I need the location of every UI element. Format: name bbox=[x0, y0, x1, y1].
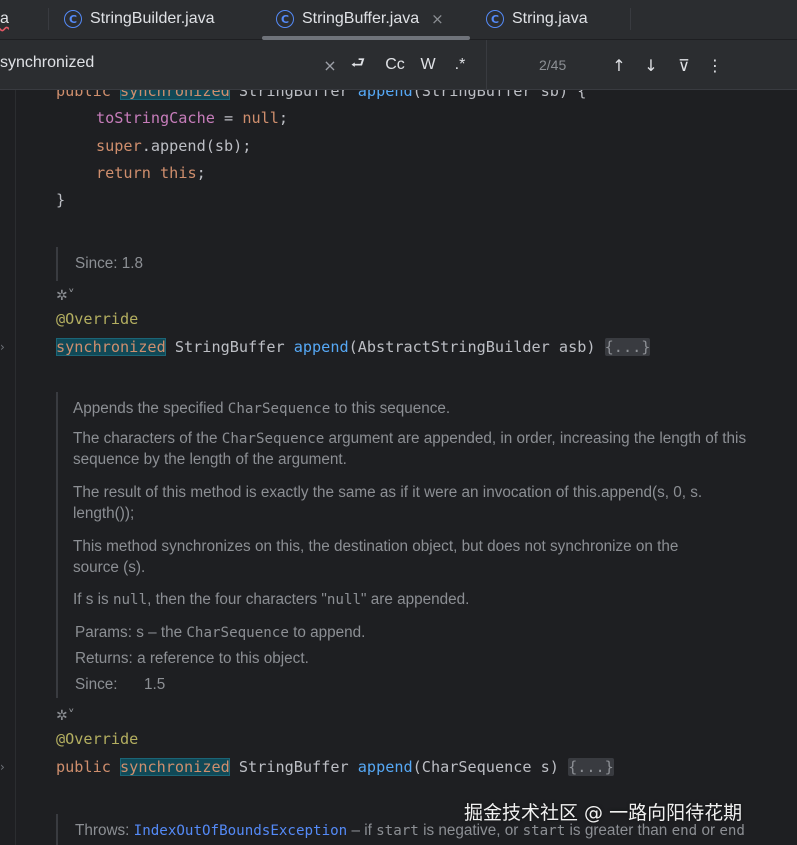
arrow-up-icon[interactable]: ↑ bbox=[608, 52, 630, 78]
exception-link[interactable]: IndexOutOfBoundsException bbox=[134, 823, 348, 839]
tab-string-java[interactable]: C String.java bbox=[486, 0, 626, 38]
regex-toggle[interactable]: .* bbox=[449, 52, 471, 78]
editor-tab-bar: a C StringBuilder.java C StringBuffer.ja… bbox=[0, 0, 797, 40]
arrow-down-icon[interactable]: ↓ bbox=[640, 52, 662, 78]
more-icon[interactable]: ⋮ bbox=[705, 52, 725, 78]
doc-comment-bar bbox=[56, 814, 58, 845]
ai-assistant-icon[interactable]: ✲˅ bbox=[56, 708, 75, 724]
class-icon: C bbox=[276, 10, 294, 28]
tab-label: String.java bbox=[512, 10, 588, 27]
code-line: super.append(sb); bbox=[96, 137, 252, 155]
ai-assistant-icon[interactable]: ✲˅ bbox=[56, 288, 75, 304]
doc-paragraph: source (s). bbox=[73, 559, 146, 576]
whole-words-toggle[interactable]: W bbox=[417, 52, 439, 78]
search-match: synchronized bbox=[120, 758, 230, 776]
doc-comment-bar bbox=[56, 247, 58, 281]
code-line: synchronized StringBuffer append(Abstrac… bbox=[56, 338, 651, 356]
search-match: synchronized bbox=[120, 90, 230, 100]
doc-paragraph: Appends the specified CharSequence to th… bbox=[73, 400, 451, 417]
doc-params: Params: s – the CharSequence to append. bbox=[75, 624, 366, 641]
newline-icon[interactable]: ⮐ bbox=[346, 52, 370, 78]
tab-stringbuffer-java[interactable]: C StringBuffer.java × bbox=[262, 0, 470, 38]
clear-search-icon[interactable]: × bbox=[321, 52, 339, 78]
doc-paragraph: length()); bbox=[73, 505, 135, 522]
watermark: 掘金技术社区 @ 一路向阳待花期 bbox=[464, 802, 743, 824]
class-icon: C bbox=[64, 10, 82, 28]
class-icon: C bbox=[486, 10, 504, 28]
doc-since: Since: 1.5 bbox=[75, 676, 166, 693]
doc-paragraph: The characters of the CharSequence argum… bbox=[73, 430, 747, 447]
tab-label: a bbox=[0, 10, 9, 27]
code-line: @Override bbox=[56, 730, 139, 748]
code-line: public synchronized StringBuffer append(… bbox=[56, 90, 586, 100]
doc-paragraph: sequence by the length of the argument. bbox=[73, 451, 347, 468]
close-icon[interactable]: × bbox=[431, 10, 444, 28]
tab-previous[interactable]: a bbox=[0, 0, 40, 38]
tab-separator bbox=[48, 8, 49, 30]
code-line: toStringCache = null; bbox=[96, 109, 289, 127]
tab-label: StringBuffer.java bbox=[302, 10, 420, 27]
fold-arrow-icon[interactable]: › bbox=[0, 760, 5, 774]
folded-code[interactable]: {...} bbox=[568, 758, 614, 776]
doc-comment-bar bbox=[56, 392, 58, 698]
folded-code[interactable]: {...} bbox=[604, 338, 651, 356]
match-case-toggle[interactable]: Cc bbox=[382, 52, 408, 78]
code-line: return this; bbox=[96, 164, 206, 182]
tab-separator bbox=[630, 8, 631, 30]
fold-arrow-icon[interactable]: › bbox=[0, 340, 5, 354]
code-editor[interactable]: public synchronized StringBuffer append(… bbox=[0, 90, 797, 845]
doc-since: Since: 1.8 bbox=[75, 255, 144, 272]
search-match-current: synchronized bbox=[56, 338, 166, 356]
find-bar: synchronized × ⮐ Cc W .* 2/45 ↑ ↓ ⊽ ⋮ bbox=[0, 40, 797, 90]
code-line: @Override bbox=[56, 310, 139, 328]
doc-paragraph: If s is null, then the four characters "… bbox=[73, 591, 470, 608]
code-line: } bbox=[56, 191, 66, 209]
doc-returns: Returns: a reference to this object. bbox=[75, 650, 309, 667]
filter-icon[interactable]: ⊽ bbox=[673, 52, 695, 78]
match-count: 2/45 bbox=[539, 57, 567, 73]
code-line: public synchronized StringBuffer append(… bbox=[56, 758, 614, 776]
tab-label: StringBuilder.java bbox=[90, 10, 215, 27]
tab-stringbuilder-java[interactable]: C StringBuilder.java bbox=[64, 0, 254, 38]
find-bar-divider bbox=[486, 40, 487, 90]
gutter-divider bbox=[15, 90, 16, 845]
doc-paragraph: The result of this method is exactly the… bbox=[73, 484, 703, 501]
search-input[interactable]: synchronized bbox=[0, 54, 94, 72]
doc-paragraph: This method synchronizes on this, the de… bbox=[73, 538, 679, 555]
